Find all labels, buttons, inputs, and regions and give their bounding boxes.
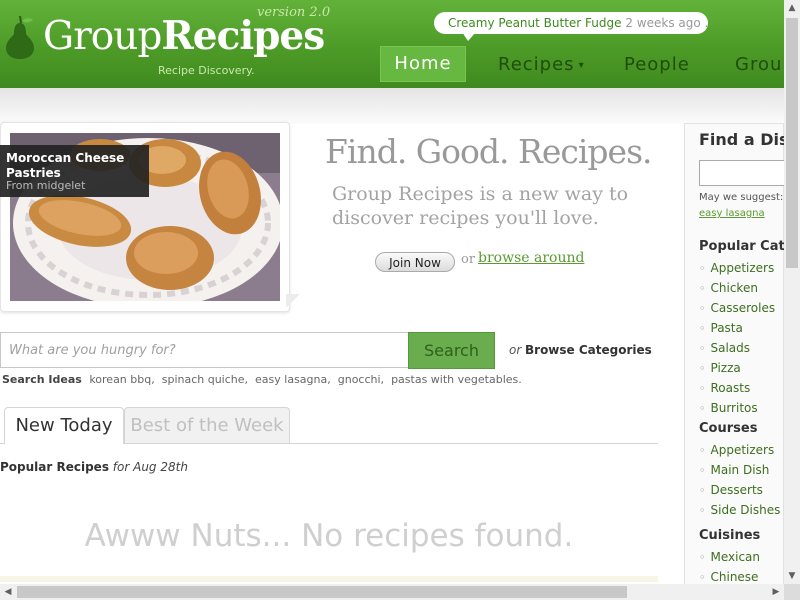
scroll-left-arrow-icon[interactable]: ◀ — [0, 584, 16, 600]
sidebar-item-chinese[interactable]: Chinese — [699, 570, 759, 584]
version-label: version 2.0 — [257, 5, 331, 20]
nav-recipes[interactable]: Recipes ▾ — [498, 54, 585, 75]
scroll-down-arrow-icon[interactable]: ▼ — [784, 568, 800, 584]
sidebar-item-course-appetizers[interactable]: Appetizers — [699, 443, 775, 457]
cuisines-title: Cuisines — [699, 528, 761, 543]
nav-recipes-label: Recipes — [498, 54, 575, 75]
search-idea-link[interactable]: pastas with vegetables. — [391, 373, 522, 386]
chevron-down-icon: ▾ — [578, 60, 585, 71]
featured-recipe-title[interactable]: Moroccan Cheese Pastries — [6, 151, 146, 181]
sidebar-item-casseroles[interactable]: Casseroles — [699, 301, 776, 315]
sidebar-item-mexican[interactable]: Mexican — [699, 550, 761, 564]
pear-logo-icon[interactable] — [0, 12, 40, 60]
join-now-button[interactable]: Join Now — [375, 252, 455, 272]
search-idea-link[interactable]: korean bbq, — [89, 373, 154, 386]
sidebar-item-roasts[interactable]: Roasts — [699, 381, 751, 395]
hero-or-text: or — [461, 252, 476, 267]
logo-group-text: Group — [43, 14, 162, 59]
scrollbar-corner — [784, 584, 800, 600]
find-dish-input[interactable] — [699, 160, 789, 186]
latest-recipe-bubble[interactable]: Creamy Peanut Butter Fudge 2 weeks ago .… — [434, 12, 708, 34]
bubble-time: 2 weeks ago ... — [625, 16, 708, 30]
vertical-scroll-thumb[interactable] — [786, 18, 798, 268]
scroll-up-arrow-icon[interactable]: ▲ — [784, 0, 800, 16]
no-recipes-message: Awww Nuts... No recipes found. — [84, 518, 574, 554]
sidebar-item-chicken[interactable]: Chicken — [699, 281, 758, 295]
search-ideas: Search Ideas korean bbq, spinach quiche,… — [2, 373, 522, 386]
search-idea-link[interactable]: spinach quiche, — [162, 373, 248, 386]
popular-date: for Aug 28th — [112, 460, 188, 474]
nav-groups[interactable]: Grou — [735, 54, 782, 75]
suggest-link[interactable]: easy lasagna — [699, 208, 765, 219]
browse-around-link[interactable]: browse around — [478, 250, 584, 266]
popular-label: Popular Recipes — [0, 460, 109, 474]
search-idea-link[interactable]: gnocchi, — [338, 373, 384, 386]
header-shadow — [0, 88, 784, 124]
content-bottom-strip — [0, 576, 658, 582]
nav-home[interactable]: Home — [380, 46, 466, 82]
search-ideas-label: Search Ideas — [2, 373, 82, 386]
nav-people[interactable]: People — [624, 54, 690, 75]
hero-title: Find. Good. Recipes. — [325, 132, 652, 171]
popular-recipes-heading: Popular Recipes for Aug 28th — [0, 460, 188, 474]
search-input[interactable] — [0, 332, 409, 368]
sidebar-item-pasta[interactable]: Pasta — [699, 321, 743, 335]
sidebar-item-appetizers[interactable]: Appetizers — [699, 261, 775, 275]
sidebar-item-side-dishes[interactable]: Side Dishes — [699, 503, 781, 517]
card-fold-decoration — [286, 294, 300, 308]
browse-categories-link[interactable]: Browse Categories — [525, 343, 652, 357]
sidebar-item-desserts[interactable]: Desserts — [699, 483, 763, 497]
horizontal-scroll-thumb[interactable] — [17, 586, 627, 598]
tab-new-today[interactable]: New Today — [4, 407, 124, 444]
search-or-text: or — [509, 343, 522, 357]
search-button[interactable]: Search — [408, 332, 495, 369]
tagline: Recipe Discovery. — [158, 64, 255, 77]
scroll-right-arrow-icon[interactable]: ▶ — [768, 584, 784, 600]
hero-subtitle: Group Recipes is a new way to discover r… — [332, 183, 629, 229]
sidebar-item-burritos[interactable]: Burritos — [699, 401, 758, 415]
bubble-recipe-link[interactable]: Creamy Peanut Butter Fudge — [448, 16, 622, 30]
courses-title: Courses — [699, 421, 758, 436]
sidebar-item-pizza[interactable]: Pizza — [699, 361, 741, 375]
bubble-tail — [462, 32, 476, 41]
sidebar-item-salads[interactable]: Salads — [699, 341, 751, 355]
sidebar-item-main-dish[interactable]: Main Dish — [699, 463, 770, 477]
featured-recipe-author[interactable]: From midgelet — [6, 179, 85, 192]
tab-best-of-week[interactable]: Best of the Week — [124, 407, 290, 443]
suggest-label: May we suggest: — [699, 192, 784, 203]
search-idea-link[interactable]: easy lasagna, — [255, 373, 331, 386]
